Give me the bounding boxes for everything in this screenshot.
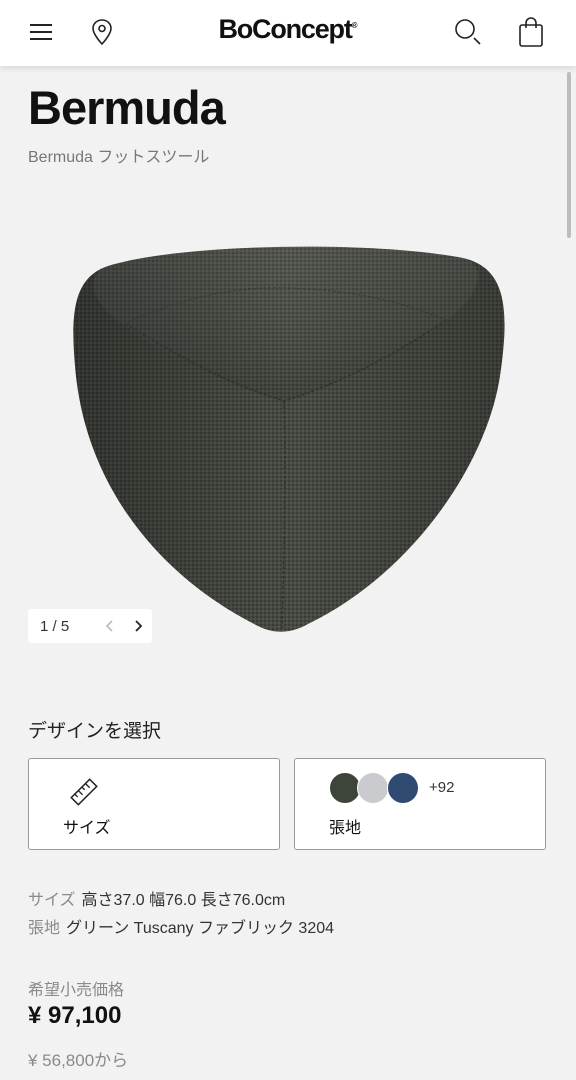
search-icon (455, 19, 481, 45)
fabric-swatch-grey (357, 772, 389, 804)
shopping-bag-icon (519, 17, 543, 47)
fabric-option-label: 張地 (329, 820, 362, 837)
site-header: BoConcept® (0, 0, 576, 66)
page-scrollbar[interactable] (567, 72, 571, 238)
price-label: 希望小売価格 (28, 982, 125, 999)
product-title: Bermuda (28, 81, 226, 134)
product-image[interactable] (68, 236, 508, 636)
spec-fabric-key: 張地 (28, 920, 61, 937)
chevron-left-icon (105, 620, 113, 632)
price-value: ¥ 97,100 (28, 1002, 122, 1029)
spec-size-key: サイズ (28, 892, 76, 909)
design-heading: デザインを選択 (28, 721, 162, 742)
brand-logo[interactable]: BoConcept® (0, 14, 576, 45)
logo-text: BoConcept (218, 14, 352, 44)
chevron-right-icon (135, 620, 143, 632)
fabric-option-card[interactable]: +92 張地 (294, 758, 546, 850)
gallery-pager: 1 / 5 (28, 609, 152, 643)
size-option-card[interactable]: サイズ (28, 758, 280, 850)
more-fabrics-count: +92 (429, 779, 455, 796)
fabric-swatch-blue (387, 772, 419, 804)
product-subtitle: Bermuda フットスツール (28, 149, 210, 166)
cart-button[interactable] (511, 12, 551, 52)
ruler-icon (70, 778, 98, 806)
registered-mark: ® (351, 21, 358, 30)
gallery-counter: 1 / 5 (40, 617, 70, 635)
spec-size: サイズ 高さ37.0 幅76.0 長さ76.0cm (28, 886, 285, 910)
spec-size-value: 高さ37.0 幅76.0 長さ76.0cm (81, 892, 286, 909)
gallery-next-button[interactable] (124, 609, 152, 643)
gallery-prev-button[interactable] (96, 609, 124, 643)
search-button[interactable] (448, 12, 488, 52)
size-option-label: サイズ (63, 820, 111, 837)
spec-fabric: 張地 グリーン Tuscany ファブリック 3204 (28, 914, 334, 938)
spec-fabric-value: グリーン Tuscany ファブリック 3204 (66, 920, 335, 937)
price-from: ¥ 56,800から (28, 1051, 129, 1070)
footstool-image (73, 246, 505, 632)
